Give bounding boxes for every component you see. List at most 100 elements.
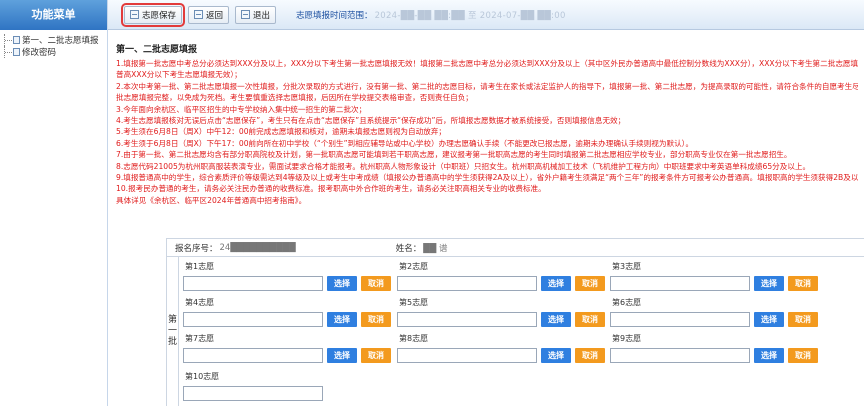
- tree-line-icon: [4, 46, 12, 58]
- select-button[interactable]: 选择: [327, 276, 357, 291]
- notice-line: 9.填报普通高中的学生，综合素质评价等级需达到4等级及以上或考生中考成绩（填报公…: [116, 173, 858, 183]
- cancel-button[interactable]: 取消: [361, 276, 391, 291]
- preference-slot: 第1志愿选择 取消: [183, 261, 397, 299]
- preference-label: 第2志愿: [399, 262, 429, 271]
- notice-line: 具体详见《余杭区、临平区2024年普通高中招考指南》。: [116, 195, 307, 205]
- sidebar: 功能菜单 第一、二批志愿填报 修改密码: [0, 0, 108, 406]
- time-range-value: 2024-██-██ ██:██ 至 2024-07-██ ██:00: [374, 10, 566, 21]
- preference-slot: 第2志愿选择 取消: [397, 261, 611, 299]
- preference-row: 选择 取消: [610, 348, 824, 363]
- student-name-value: ██ 谱: [423, 243, 448, 254]
- sidebar-item-volunteer-fill[interactable]: 第一、二批志愿填报: [4, 34, 107, 46]
- preference-input[interactable]: [397, 348, 537, 363]
- batch-label-char: 批: [167, 337, 177, 347]
- cancel-button[interactable]: 取消: [361, 312, 391, 327]
- preference-input[interactable]: [397, 276, 537, 291]
- document-icon: [13, 36, 20, 44]
- notice-line: 8.志愿代码21005为杭州职高服装表演专业，需面试要求合格才能报考。杭州职高人…: [116, 161, 811, 171]
- sidebar-item-label: 第一、二批志愿填报: [22, 36, 99, 46]
- notice-line: 3.今年面向余杭区、临平区招生的中专学校纳入集中统一招生的第二批次；: [116, 104, 367, 114]
- exit-button[interactable]: 退出: [235, 5, 277, 24]
- save-button[interactable]: 志愿保存: [120, 2, 186, 27]
- back-icon: [194, 10, 204, 19]
- batch-label-char: 一: [167, 326, 177, 336]
- preference-label: 第1志愿: [185, 262, 215, 271]
- sidebar-item-label: 修改密码: [22, 48, 57, 58]
- preference-grid: 第1志愿 选择 取消 第2志愿 选择 取消 第3志愿 选择 取消 第4志愿 选择 取消 第5志愿 选择 取消…: [179, 257, 864, 406]
- reg-number-label: 报名序号：: [175, 243, 218, 254]
- preference-row: 选择 取消: [397, 276, 611, 291]
- preference-label: 第9志愿: [612, 334, 642, 343]
- app-window: 功能菜单 第一、二批志愿填报 修改密码 志愿保存 返回 退出 志愿填报时间范围：…: [0, 0, 864, 406]
- notice-line: 6.考生须于6月8日（周X）下午17：00前向所在初中学校（“个别生”到相应辅导…: [116, 138, 694, 148]
- preference-input[interactable]: [610, 312, 750, 327]
- preference-input[interactable]: [183, 386, 323, 401]
- student-name-label: 姓名：: [395, 243, 422, 254]
- select-button[interactable]: 选择: [541, 348, 571, 363]
- preference-input[interactable]: [397, 312, 537, 327]
- select-button[interactable]: 选择: [541, 276, 571, 291]
- save-icon: [130, 10, 139, 19]
- preference-slot: 第10志愿: [183, 371, 397, 406]
- preference-row: 选择 取消: [183, 348, 397, 363]
- cancel-button[interactable]: 取消: [575, 276, 605, 291]
- preference-label: 第3志愿: [612, 262, 642, 271]
- preference-row: 选择 取消: [183, 276, 397, 291]
- section-title: 第一、二批志愿填报: [116, 45, 198, 55]
- notice-line: 批志愿填报完整，以免成为死档。考生要慎重选择志愿填报，后因所在学校提交表格审查，…: [116, 93, 473, 103]
- preference-label: 第7志愿: [185, 334, 215, 343]
- notice-line: 10.报考民办普通的考生，请务必关注民办普通的收费标准。报考职高中外合作班的考生…: [116, 184, 546, 194]
- batch-label: 第一批: [167, 257, 179, 406]
- preference-label: 第10志愿: [185, 372, 220, 381]
- back-button[interactable]: 返回: [188, 5, 230, 24]
- preference-label: 第5志愿: [399, 298, 429, 307]
- cancel-button[interactable]: 取消: [788, 276, 818, 291]
- select-button[interactable]: 选择: [327, 312, 357, 327]
- time-range-label: 志愿填报时间范围：: [296, 10, 373, 21]
- preference-slot: 第7志愿选择 取消: [183, 333, 397, 371]
- preference-row: 选择 取消: [397, 312, 611, 327]
- tree-line-icon: [4, 34, 12, 46]
- document-icon: [13, 48, 20, 56]
- preference-row: 选择 取消: [183, 312, 397, 327]
- exit-button-label: 退出: [253, 10, 271, 21]
- notice-line: 1.填报第一批志愿中考总分必须达到XXX分及以上，XXX分以下考生第一批志愿填报…: [116, 59, 858, 68]
- notice-line: 2.本次中考第一批、第二批志愿填报一次性填报，分批次录取的方式进行，没有第一批、…: [116, 81, 858, 91]
- preference-slot: 第5志愿选择 取消: [397, 297, 611, 335]
- select-button[interactable]: 选择: [754, 312, 784, 327]
- preference-row: 选择 取消: [397, 348, 611, 363]
- preference-input[interactable]: [183, 348, 323, 363]
- toolbar: 志愿保存 返回 退出 志愿填报时间范围： 2024-██-██ ██:██ 至 …: [108, 0, 864, 30]
- preference-input[interactable]: [610, 348, 750, 363]
- preference-input[interactable]: [183, 276, 323, 291]
- notice-line: 7.由于第一批、第二批志愿均含有部分职高院校及计划，第一批职高志愿可能填到若干职…: [116, 150, 792, 160]
- select-button[interactable]: 选择: [754, 348, 784, 363]
- notice-line: 5.考生须在6月8日（周X）中午12：00前完成志愿填报和核对，逾期未填报志愿则…: [116, 127, 446, 137]
- preference-label: 第4志愿: [185, 298, 215, 307]
- reg-number-value: 24██████████: [219, 242, 296, 253]
- cancel-button[interactable]: 取消: [361, 348, 391, 363]
- cancel-button[interactable]: 取消: [575, 312, 605, 327]
- preference-slot: 第4志愿选择 取消: [183, 297, 397, 335]
- preference-input[interactable]: [610, 276, 750, 291]
- batch-label-char: 第: [167, 315, 177, 325]
- sidebar-item-change-password[interactable]: 修改密码: [4, 46, 107, 58]
- sidebar-title: 功能菜单: [0, 0, 107, 30]
- notice-list: 1.填报第一批志愿中考总分必须达到XXX分及以上，XXX分以下考生第一批志愿填报…: [116, 58, 858, 206]
- select-button[interactable]: 选择: [754, 276, 784, 291]
- select-button[interactable]: 选择: [327, 348, 357, 363]
- preference-slot: 第9志愿选择 取消: [610, 333, 824, 371]
- exit-icon: [241, 10, 251, 19]
- select-button[interactable]: 选择: [541, 312, 571, 327]
- form-header: 报名序号： 24██████████ 姓名： ██ 谱: [167, 239, 864, 257]
- preference-row: 选择 取消: [610, 312, 824, 327]
- cancel-button[interactable]: 取消: [788, 312, 818, 327]
- cancel-button[interactable]: 取消: [575, 348, 605, 363]
- cancel-button[interactable]: 取消: [788, 348, 818, 363]
- save-button-label: 志愿保存: [142, 10, 177, 21]
- preference-slot: 第3志愿选择 取消: [610, 261, 824, 299]
- notice-line: 普高XXX分以下考生志愿填报无效）；: [116, 70, 242, 80]
- preference-input[interactable]: [183, 312, 323, 327]
- preference-label: 第8志愿: [399, 334, 429, 343]
- volunteer-form: 报名序号： 24██████████ 姓名： ██ 谱 第一批 第1志愿 选择 取消…: [166, 238, 864, 406]
